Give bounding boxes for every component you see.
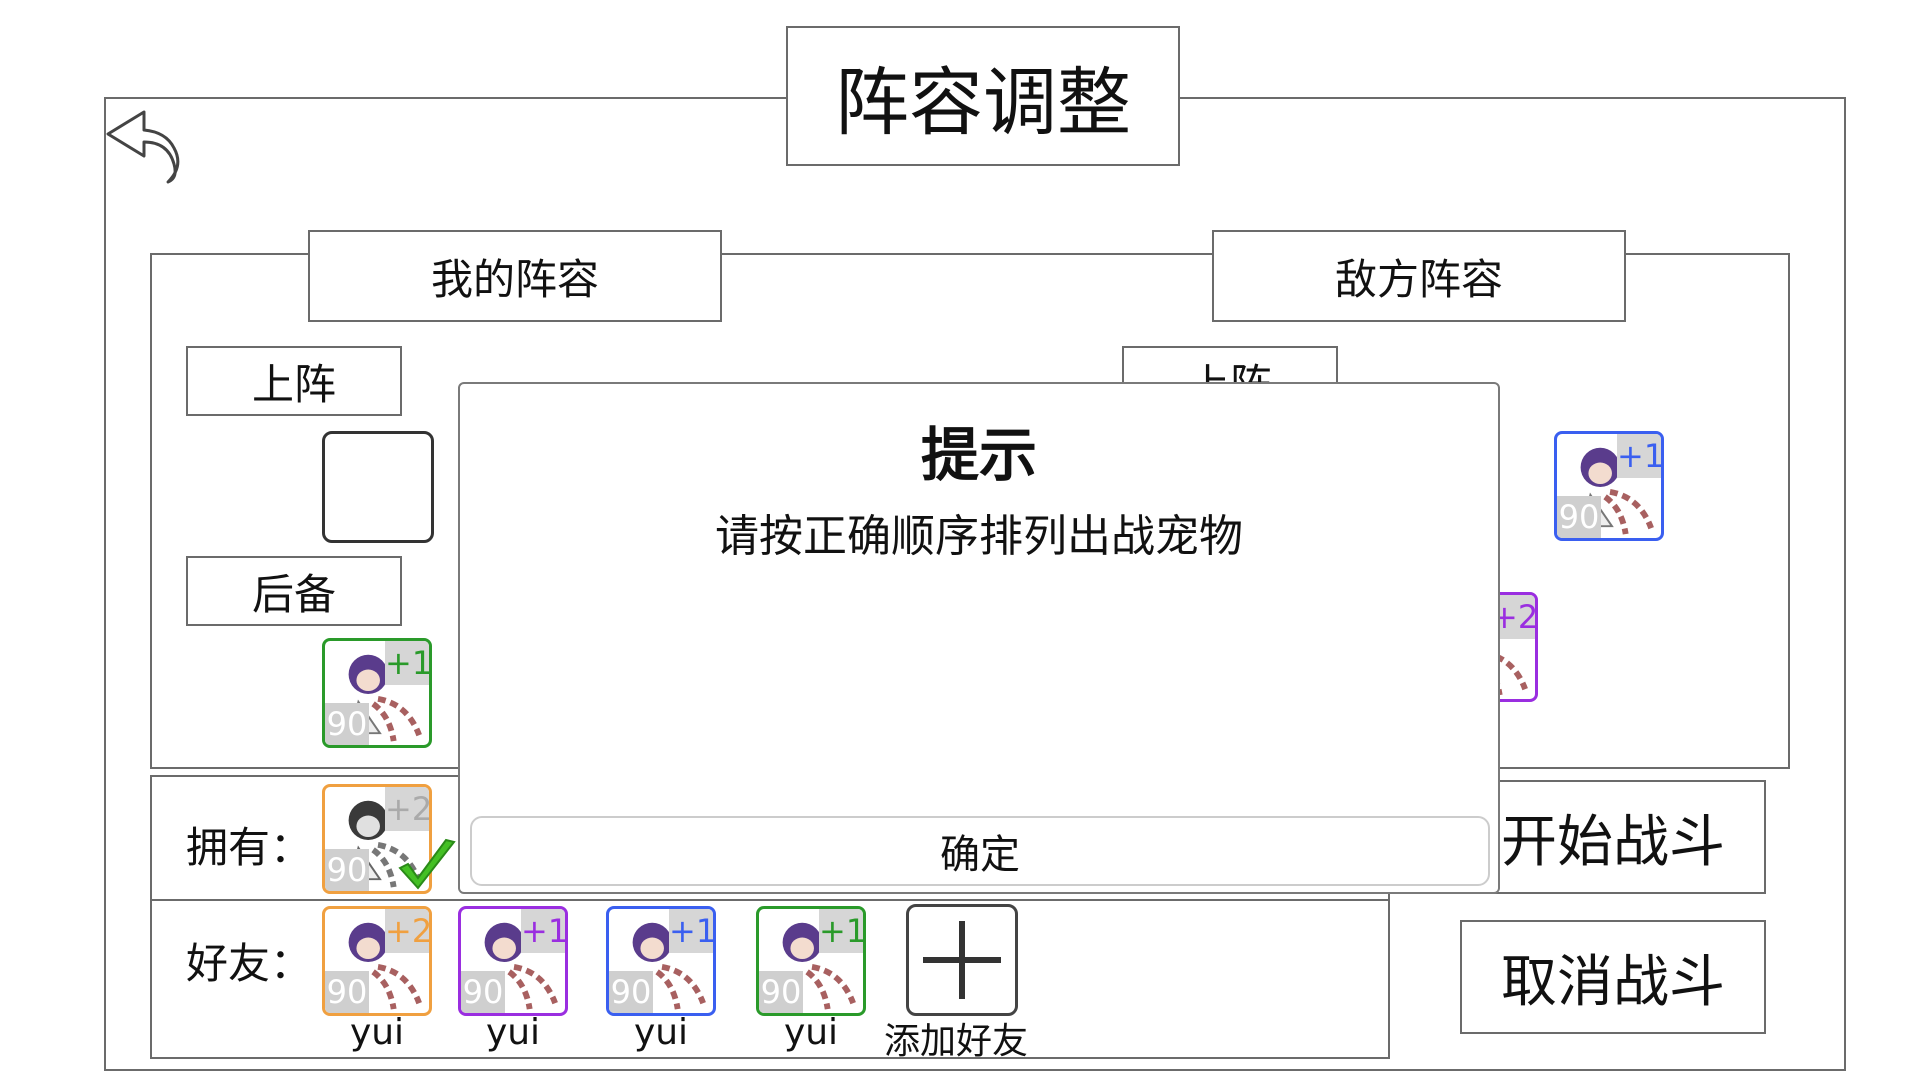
dialog-message: 请按正确顺序排列出战宠物 — [715, 511, 1243, 562]
plus-badge: +2 — [385, 787, 429, 831]
cancel-battle-button[interactable]: 取消战斗 — [1460, 920, 1766, 1034]
friend-card[interactable]: +1 90 — [606, 906, 716, 1016]
friend-card[interactable]: +1 90 — [756, 906, 866, 1016]
friend-name: yui — [783, 1012, 839, 1053]
my-on-field-label: 上阵 — [186, 346, 402, 416]
page-title: 阵容调整 — [786, 26, 1180, 166]
level-badge: 90 — [1557, 496, 1601, 538]
add-friend-label: 添加好友 — [884, 1021, 1029, 1062]
dialog-title: 提示 — [920, 421, 1037, 489]
friend-name: yui — [633, 1012, 689, 1053]
plus-badge: +1 — [1617, 434, 1661, 478]
enemy-lineup-header: 敌方阵容 — [1212, 230, 1626, 322]
level-badge: 90 — [759, 971, 803, 1013]
enemy-on-field-card[interactable]: +1 90 — [1554, 431, 1664, 541]
my-reserve-card[interactable]: +1 90 — [322, 638, 432, 748]
plus-badge: +1 — [669, 909, 713, 953]
level-badge: 90 — [609, 971, 653, 1013]
level-badge: 90 — [325, 849, 369, 891]
friend-card[interactable]: +2 90 — [322, 906, 432, 1016]
my-on-field-slot[interactable] — [322, 431, 434, 543]
plus-badge: +2 — [385, 909, 429, 953]
alert-dialog: 提示 请按正确顺序排列出战宠物 确定 — [458, 382, 1500, 894]
dialog-confirm-button[interactable]: 确定 — [470, 816, 1490, 886]
back-button[interactable] — [104, 106, 184, 186]
my-lineup-header: 我的阵容 — [308, 230, 722, 322]
plus-badge: +1 — [385, 641, 429, 685]
my-reserve-label: 后备 — [186, 556, 402, 626]
back-arrow-icon — [106, 110, 180, 184]
level-badge: 90 — [461, 971, 505, 1013]
friends-label: 好友： — [186, 939, 313, 988]
plus-badge: +1 — [521, 909, 565, 953]
level-badge: 90 — [325, 703, 369, 745]
level-badge: 90 — [325, 971, 369, 1013]
plus-icon — [923, 921, 1001, 999]
friend-name: yui — [485, 1012, 541, 1053]
add-friend-button[interactable] — [906, 904, 1018, 1016]
checkmark-icon — [398, 838, 456, 890]
plus-badge: +1 — [819, 909, 863, 953]
friend-card[interactable]: +1 90 — [458, 906, 568, 1016]
page-title-text: 阵容调整 — [835, 59, 1131, 146]
friend-name: yui — [349, 1012, 405, 1053]
owned-label: 拥有： — [186, 823, 313, 872]
start-battle-button[interactable]: 开始战斗 — [1460, 780, 1766, 894]
